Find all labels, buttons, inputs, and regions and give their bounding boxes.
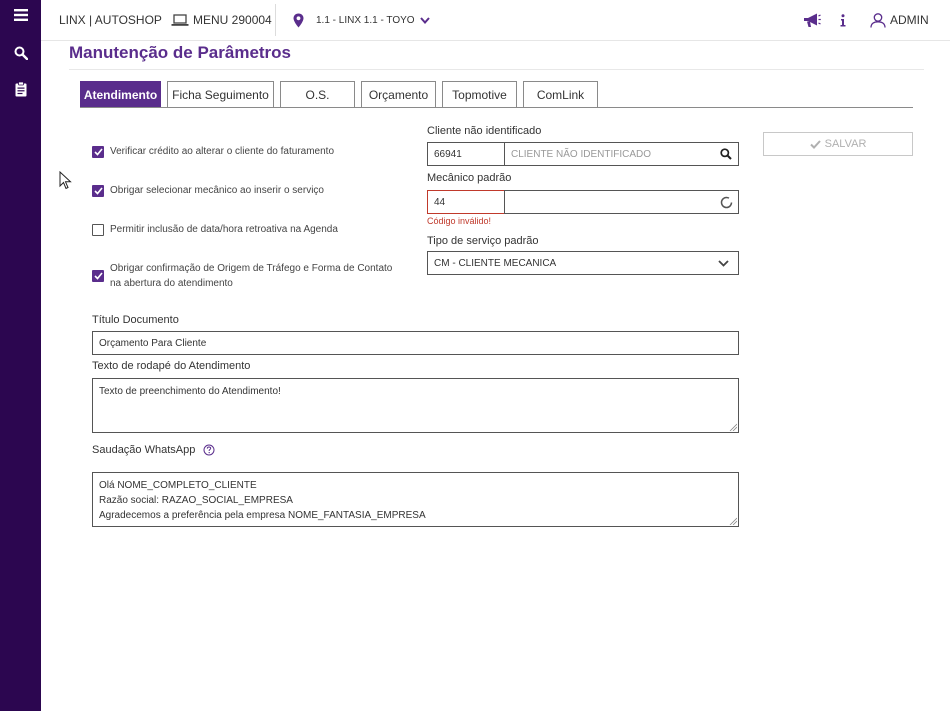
cliente-label: Cliente não identificado <box>427 125 542 137</box>
laptop-icon <box>171 13 189 26</box>
save-button[interactable]: SALVAR <box>763 132 913 156</box>
titulo-documento-input[interactable]: Orçamento Para Cliente <box>92 331 739 355</box>
search-icon <box>14 46 28 60</box>
verificar-credito-checkbox[interactable] <box>92 146 104 158</box>
menu-code-label: MENU 290004 <box>193 13 272 27</box>
tab-bar: Atendimento Ficha Seguimento O.S. Orçame… <box>80 81 913 108</box>
clipboard-icon <box>15 81 26 96</box>
check-icon <box>93 272 103 280</box>
origem-trafego-label: Obrigar confirmação de Origem de Tráfego… <box>110 261 392 291</box>
whatsapp-label-row: Saudação WhatsApp <box>92 444 215 456</box>
origem-trafego-label-line2: na abertura do atendimento <box>110 278 233 289</box>
option-obrigar-mecanico: Obrigar selecionar mecânico ao inserir o… <box>92 185 324 198</box>
check-icon <box>93 148 103 156</box>
origem-trafego-label-line1: Obrigar confirmação de Origem de Tráfego… <box>110 263 393 274</box>
top-bar: LINX | AUTOSHOP MENU 290004 1.1 - LINX 1… <box>41 0 950 41</box>
tab-orcamento[interactable]: Orçamento <box>361 81 436 107</box>
tab-ficha-seguimento[interactable]: Ficha Seguimento <box>167 81 274 107</box>
verificar-credito-label: Verificar crédito ao alterar o cliente d… <box>110 146 335 157</box>
branch-label: 1.1 - LINX 1.1 - TOYO <box>316 14 415 26</box>
save-button-label: SALVAR <box>824 138 867 150</box>
mecanico-error: Código inválido! <box>427 216 492 226</box>
whatsapp-line-1: Olá NOME_COMPLETO_CLIENTE <box>99 480 257 491</box>
title-divider <box>69 69 924 70</box>
obrigar-mecanico-checkbox[interactable] <box>92 185 104 197</box>
tipo-servico-label: Tipo de serviço padrão <box>427 235 539 247</box>
topbar-divider <box>275 4 276 36</box>
hamburger-icon <box>13 9 28 21</box>
check-icon <box>809 139 821 149</box>
sidebar <box>0 0 41 711</box>
option-data-retroativa: Permitir inclusão de data/hora retroativ… <box>92 224 338 237</box>
tipo-servico-value: CM - CLIENTE MECANICA <box>434 257 557 269</box>
whatsapp-line-3: Agradecemos a preferência pela empresa N… <box>99 510 426 521</box>
branch-selector[interactable]: 1.1 - LINX 1.1 - TOYO <box>293 0 430 40</box>
rodape-label: Texto de rodapé do Atendimento <box>92 360 251 372</box>
username-label: ADMIN <box>890 13 929 27</box>
obrigar-mecanico-label: Obrigar selecionar mecânico ao inserir o… <box>110 185 324 196</box>
data-retroativa-checkbox[interactable] <box>92 224 104 236</box>
origem-trafego-checkbox[interactable] <box>92 270 104 282</box>
rodape-text: Texto de preenchimento do Atendimento! <box>99 386 281 397</box>
cliente-code-input[interactable]: 66941 <box>427 142 505 166</box>
chevron-down-icon <box>718 260 729 267</box>
user-menu[interactable]: ADMIN <box>870 0 929 40</box>
mecanico-label: Mecânico padrão <box>427 172 512 184</box>
menu-button[interactable] <box>0 0 41 30</box>
option-verificar-credito: Verificar crédito ao alterar o cliente d… <box>92 146 334 159</box>
menu-code-link[interactable]: MENU 290004 <box>171 0 272 40</box>
magnifier-icon[interactable] <box>720 148 732 160</box>
megaphone-icon <box>804 13 821 27</box>
tab-comlink[interactable]: ComLink <box>523 81 598 107</box>
titulo-documento-label: Título Documento <box>92 314 179 326</box>
mecanico-code-input[interactable]: 44 <box>427 190 505 214</box>
whatsapp-textarea[interactable]: Olá NOME_COMPLETO_CLIENTE Razão social: … <box>92 472 739 527</box>
page-title: Manutenção de Parâmetros <box>69 43 292 62</box>
resize-grip-icon[interactable] <box>729 423 737 431</box>
cursor-icon <box>59 171 72 190</box>
brand-label: LINX | AUTOSHOP <box>59 13 162 27</box>
rodape-textarea[interactable]: Texto de preenchimento do Atendimento! <box>92 378 739 433</box>
announcements-button[interactable] <box>803 0 821 40</box>
tab-os[interactable]: O.S. <box>280 81 355 107</box>
data-retroativa-label: Permitir inclusão de data/hora retroativ… <box>110 224 338 235</box>
tab-topmotive[interactable]: Topmotive <box>442 81 517 107</box>
tab-atendimento[interactable]: Atendimento <box>80 81 161 107</box>
resize-grip-icon[interactable] <box>729 517 737 525</box>
cliente-name-input[interactable]: CLIENTE NÃO IDENTIFICADO <box>504 142 739 166</box>
whatsapp-label: Saudação WhatsApp <box>92 444 196 456</box>
spinner-icon <box>720 196 733 209</box>
option-origem-trafego: Obrigar confirmação de Origem de Tráfego… <box>92 263 392 291</box>
info-icon <box>840 13 846 26</box>
search-button[interactable] <box>0 38 41 68</box>
tasks-button[interactable] <box>0 74 41 104</box>
mecanico-name-input[interactable] <box>504 190 739 214</box>
check-icon <box>93 187 103 195</box>
chevron-down-icon <box>419 16 430 24</box>
help-circle-icon[interactable] <box>203 444 215 456</box>
info-button[interactable] <box>840 0 846 40</box>
user-icon <box>870 12 886 28</box>
whatsapp-line-2: Razão social: RAZAO_SOCIAL_EMPRESA <box>99 495 293 506</box>
cliente-name-placeholder: CLIENTE NÃO IDENTIFICADO <box>511 148 652 160</box>
location-pin-icon <box>293 13 304 27</box>
tipo-servico-select[interactable]: CM - CLIENTE MECANICA <box>427 251 739 275</box>
